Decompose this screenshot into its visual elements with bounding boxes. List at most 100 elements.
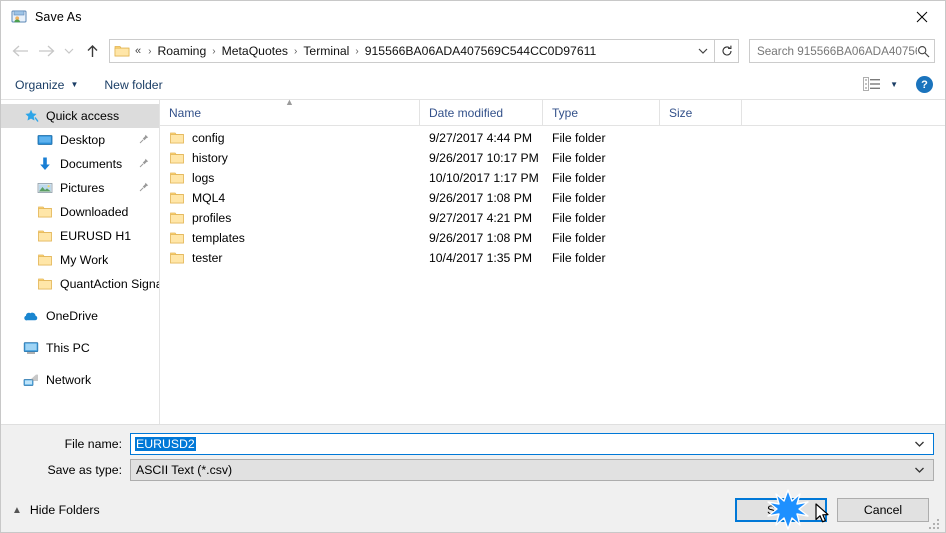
new-folder-button[interactable]: New folder — [104, 78, 162, 92]
breadcrumb-separator: › — [212, 45, 216, 57]
sidebar-item-this-pc[interactable]: This PC — [1, 336, 159, 360]
breadcrumb-separator: › — [355, 45, 359, 57]
close-icon[interactable] — [899, 1, 945, 32]
file-type-row: Save as type: ASCII Text (*.csv) — [12, 459, 934, 481]
hide-folders-button[interactable]: ▲ Hide Folders — [12, 503, 100, 517]
sidebar-item-label: EURUSD H1 — [60, 229, 132, 243]
file-date-cell: 9/27/2017 4:21 PM — [429, 211, 532, 225]
organize-button[interactable]: Organize ▼ — [15, 78, 78, 92]
thispc-icon — [23, 340, 39, 356]
arrow-left-icon[interactable] — [7, 38, 33, 64]
sidebar-item-onedrive[interactable]: OneDrive — [1, 304, 159, 328]
table-row[interactable]: templates 9/26/2017 1:08 PM File folder — [160, 228, 945, 248]
table-row[interactable]: logs 10/10/2017 1:17 PM File folder — [160, 168, 945, 188]
arrow-right-icon[interactable] — [33, 38, 59, 64]
table-row[interactable]: MQL4 9/26/2017 1:08 PM File folder — [160, 188, 945, 208]
file-name-cell: profiles — [160, 210, 420, 226]
sidebar-item-quick-access[interactable]: Quick access — [1, 104, 159, 128]
sidebar-item-eurusd-h1[interactable]: EURUSD H1 — [1, 224, 159, 248]
breadcrumb-separator: › — [148, 45, 152, 57]
folder-icon — [169, 150, 185, 166]
table-row[interactable]: profiles 9/27/2017 4:21 PM File folder — [160, 208, 945, 228]
file-date-cell: 9/26/2017 1:08 PM — [429, 191, 532, 205]
sidebar-item-downloaded[interactable]: Downloaded — [1, 200, 159, 224]
sidebar-item-pictures[interactable]: Pictures — [1, 176, 159, 200]
file-name-cell: templates — [160, 230, 420, 246]
file-name-cell: logs — [160, 170, 420, 186]
breadcrumb-overflow[interactable]: « — [134, 45, 143, 57]
file-type-cell: File folder — [552, 211, 606, 225]
help-icon[interactable]: ? — [916, 76, 933, 93]
breadcrumb-item-instance-id[interactable]: 915566BA06ADA407569C544CC0D97611 — [364, 44, 598, 58]
folder-icon — [37, 252, 53, 268]
file-name-input[interactable]: EURUSD2 — [130, 433, 934, 455]
file-type-cell: File folder — [552, 251, 606, 265]
search-placeholder: Search 915566BA06ADA40756... — [757, 44, 917, 58]
sidebar-item-label: QuantAction Signal — [60, 277, 159, 291]
view-layout-icon[interactable] — [863, 76, 881, 93]
file-date-cell: 9/27/2017 4:44 PM — [429, 131, 532, 145]
column-header-name[interactable]: ▲ Name — [160, 96, 420, 126]
chevron-down-icon[interactable] — [914, 463, 925, 477]
file-name-label: logs — [192, 171, 215, 185]
breadcrumb-item-metaquotes[interactable]: MetaQuotes — [221, 44, 289, 58]
sidebar-item-label: Documents — [60, 157, 123, 171]
file-date-cell: 9/26/2017 1:08 PM — [429, 231, 532, 245]
sidebar-item-quantaction-signal[interactable]: QuantAction Signal — [1, 272, 159, 296]
command-toolbar: Organize ▼ New folder ▼ ? — [1, 70, 945, 100]
table-row[interactable]: config 9/27/2017 4:44 PM File folder — [160, 128, 945, 148]
window-title: Save As — [35, 9, 82, 24]
file-type-cell: File folder — [552, 191, 606, 205]
column-header-size[interactable]: Size — [660, 99, 742, 126]
title-bar: Save As — [1, 1, 945, 32]
file-name-cell: history — [160, 150, 420, 166]
breadcrumb-item-terminal[interactable]: Terminal — [302, 44, 350, 58]
column-header-date-modified[interactable]: Date modified — [420, 99, 543, 126]
table-row[interactable]: history 9/26/2017 10:17 PM File folder — [160, 148, 945, 168]
recent-locations-chevron-down-icon[interactable] — [59, 38, 79, 64]
column-header-label: Type — [552, 105, 579, 120]
cancel-button[interactable]: Cancel — [837, 498, 929, 522]
save-button[interactable]: Save — [735, 498, 827, 522]
sidebar-item-documents[interactable]: Documents — [1, 152, 159, 176]
column-header-type[interactable]: Type — [543, 99, 660, 126]
table-row[interactable]: tester 10/4/2017 1:35 PM File folder — [160, 248, 945, 268]
sidebar-item-label: Desktop — [60, 133, 106, 147]
save-as-type-value: ASCII Text (*.csv) — [136, 463, 233, 477]
sidebar-item-network[interactable]: Network — [1, 368, 159, 392]
pin-icon[interactable] — [139, 133, 149, 147]
view-chevron-down-icon[interactable]: ▼ — [890, 80, 898, 89]
breadcrumb-item-roaming[interactable]: Roaming — [156, 44, 207, 58]
pin-icon[interactable] — [139, 157, 149, 171]
pin-icon[interactable] — [139, 181, 149, 195]
chevron-down-icon[interactable] — [914, 437, 925, 451]
chevron-up-icon: ▲ — [12, 504, 22, 516]
search-input[interactable]: Search 915566BA06ADA40756... — [749, 39, 935, 63]
save-as-type-select[interactable]: ASCII Text (*.csv) — [130, 459, 934, 481]
file-name-cell: tester — [160, 250, 420, 266]
breadcrumb-chevron-down-icon[interactable] — [692, 40, 714, 62]
sidebar-item-label: My Work — [60, 253, 109, 267]
save-form: File name: EURUSD2 Save as type: ASCII T… — [1, 424, 945, 488]
dialog-body: Quick access Desktop Documents Pictures … — [1, 96, 945, 424]
resize-grip-icon[interactable] — [929, 517, 941, 529]
desktop-icon — [37, 132, 53, 148]
file-name-row: File name: EURUSD2 — [12, 433, 934, 455]
arrow-up-icon[interactable] — [79, 38, 105, 64]
pictures-icon — [37, 180, 53, 196]
onedrive-icon — [23, 308, 39, 324]
file-name-label: templates — [192, 231, 245, 245]
sidebar-item-my-work[interactable]: My Work — [1, 248, 159, 272]
column-header-label: Size — [669, 105, 693, 120]
column-header-row: ▲ Name Date modified Type Size — [160, 96, 945, 126]
file-type-cell: File folder — [552, 231, 606, 245]
file-type-cell: File folder — [552, 131, 606, 145]
refresh-icon[interactable] — [715, 39, 739, 63]
breadcrumb[interactable]: « › Roaming › MetaQuotes › Terminal › 91… — [109, 39, 715, 63]
chevron-down-icon: ▼ — [70, 80, 79, 89]
search-icon — [917, 45, 930, 58]
column-header-label: Date modified — [429, 105, 504, 120]
sidebar-item-desktop[interactable]: Desktop — [1, 128, 159, 152]
sort-ascending-icon: ▲ — [285, 96, 294, 107]
